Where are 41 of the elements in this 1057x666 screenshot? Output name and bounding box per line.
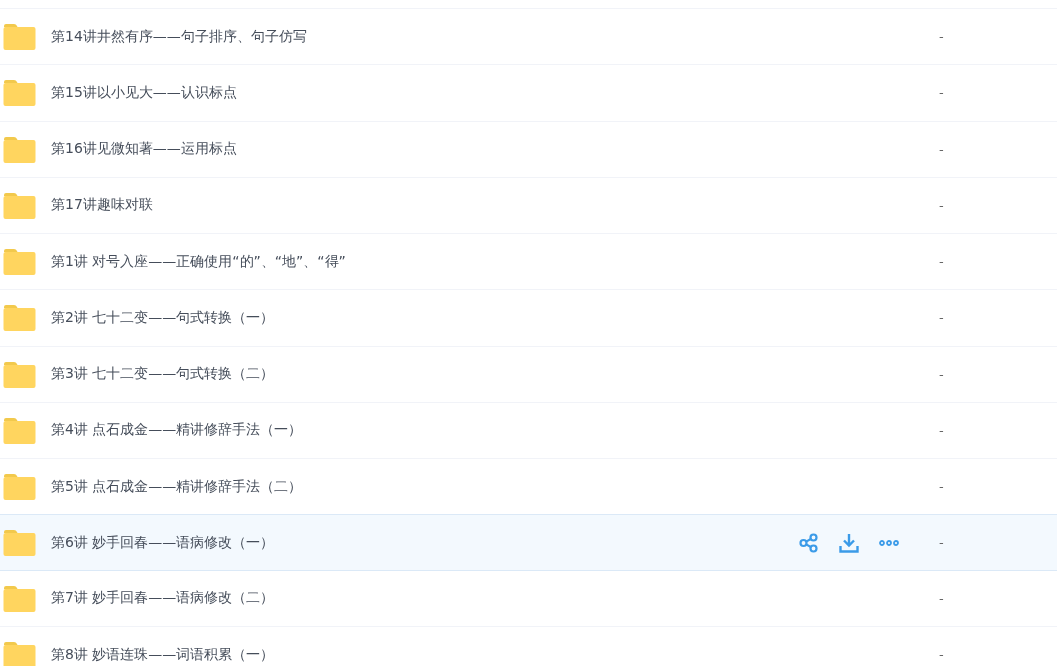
file-name[interactable]: 第3讲 七十二变——句式转换（二） <box>51 365 796 384</box>
file-name[interactable]: 第8讲 妙语连珠——词语积累（一） <box>51 645 796 664</box>
folder-icon <box>3 584 36 612</box>
size-cell: - <box>939 590 944 606</box>
size-cell: - <box>939 479 944 495</box>
folder-icon <box>3 417 36 444</box>
folder-icon <box>3 135 36 163</box>
file-name[interactable]: 第4讲 点石成金——精讲修辞手法（一） <box>51 421 796 440</box>
file-name[interactable]: 第7讲 妙手回春——语病修改（二） <box>51 589 796 608</box>
size-cell: - <box>939 141 944 157</box>
folder-icon <box>3 191 36 219</box>
folder-icon <box>3 641 36 666</box>
size-cell: - <box>939 535 944 550</box>
file-row[interactable]: 第8讲 妙语连珠——词语积累（一） - <box>0 625 1057 666</box>
file-name[interactable]: 第2讲 七十二变——句式转换（一） <box>51 308 796 327</box>
file-name[interactable]: 第5讲 点石成金——精讲修辞手法（二） <box>51 477 796 496</box>
share-icon[interactable] <box>799 532 819 553</box>
file-row[interactable]: 第6讲 妙手回春——语病修改（一） - <box>0 514 1057 571</box>
size-cell: - <box>939 254 944 270</box>
download-icon[interactable] <box>839 532 859 553</box>
size-cell: - <box>939 366 944 382</box>
folder-icon <box>3 79 36 107</box>
file-name[interactable]: 第15讲以小见大——认识标点 <box>51 83 796 102</box>
file-name[interactable]: 第1讲 对号入座——正确使用“的”、“地”、“得” <box>51 252 796 271</box>
folder-icon <box>3 360 36 388</box>
folder-icon <box>3 23 36 51</box>
more-icon[interactable] <box>879 538 899 547</box>
folder-icon <box>3 473 36 501</box>
file-name[interactable]: 第6讲 妙手回春——语病修改（一） <box>51 533 796 552</box>
size-cell: - <box>939 310 944 326</box>
size-cell: - <box>939 29 944 45</box>
folder-icon <box>3 304 36 332</box>
size-cell: - <box>939 85 944 101</box>
file-name[interactable]: 第17讲趣味对联 <box>51 196 796 215</box>
size-cell: - <box>939 423 944 438</box>
folder-icon <box>3 529 36 556</box>
size-cell: - <box>939 647 944 663</box>
file-name[interactable]: 第16讲见微知著——运用标点 <box>51 140 796 159</box>
size-cell: - <box>939 197 944 213</box>
file-name[interactable]: 第14讲井然有序——句子排序、句子仿写 <box>51 27 796 46</box>
folder-icon <box>3 248 36 276</box>
